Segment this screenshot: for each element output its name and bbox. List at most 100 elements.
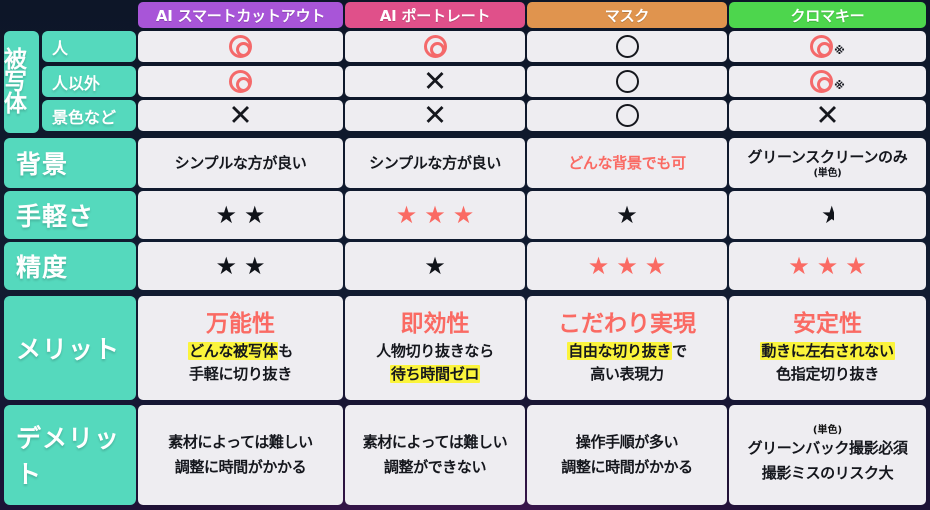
row-label-subject-sub-2: 景色など	[42, 100, 136, 131]
cell-subject_person-1	[345, 31, 525, 62]
double-circle-icon	[229, 35, 252, 58]
demerit-block-3: (単色) グリーンバック撮影必須 撮影ミスのリスク大	[744, 426, 912, 484]
row-label-subject-sub-1: 人以外	[42, 66, 136, 97]
merit-title-1: 即効性	[400, 310, 470, 337]
demerit-sup-note-3: (単色)	[812, 425, 843, 437]
star-icon: ★	[452, 201, 475, 229]
cross-icon: ✕	[815, 100, 840, 131]
stars-ease-0: ★ ★	[215, 203, 265, 227]
demerit-line2-0: 調整に時間がかかる	[174, 457, 307, 476]
stars-accuracy-0: ★ ★	[215, 254, 265, 278]
merit-line1-text: 動きに左右されない	[760, 342, 895, 361]
merit-line1-3: 動きに左右されない	[760, 342, 895, 362]
background-text-3: グリーンスクリーンのみ (単色)	[744, 147, 912, 178]
double-circle-icon	[810, 70, 834, 93]
star-icon: ★	[587, 252, 610, 280]
column-header-2[interactable]: マスク	[527, 2, 727, 28]
column-header-1[interactable]: AI ポートレート	[345, 2, 525, 28]
symbol-subject_scenery-0: ✕	[228, 101, 252, 130]
demerit-line2-1: 調整ができない	[383, 457, 487, 476]
cross-icon: ✕	[228, 100, 253, 131]
merit-line2-text: 高い表現力	[590, 364, 664, 383]
merit-line2-1: 待ち時間ゼロ	[389, 364, 481, 385]
cell-subject_scenery-1: ✕	[345, 100, 525, 131]
symbol-subject_scenery-3: ✕	[815, 101, 839, 130]
stars-ease-1: ★ ★ ★	[396, 203, 475, 227]
cell-merit-1: 即効性人物切り抜きなら 待ち時間ゼロ	[345, 296, 525, 400]
star-icon: ★	[395, 201, 418, 229]
cell-subject_person-0	[138, 31, 343, 62]
circle-icon	[615, 70, 639, 93]
demerit-block-0: 素材によっては難しい 調整に時間がかかる	[164, 432, 317, 478]
cell-subject_nonperson-1: ✕	[345, 66, 525, 97]
circle-icon	[615, 104, 639, 127]
column-header-3[interactable]: クロマキー	[729, 2, 926, 28]
demerit-line1-2: 操作手順が多い	[575, 433, 679, 452]
merit-line1-text: 自由な切り抜き	[567, 342, 673, 361]
stars-ease-2: ★	[616, 203, 638, 227]
symbol-subject_nonperson-3: ※	[810, 70, 845, 93]
stars-accuracy-3: ★ ★ ★	[788, 254, 867, 278]
star-icon: ★	[788, 252, 810, 280]
cell-accuracy-2: ★ ★ ★	[527, 242, 727, 290]
symbol-subject_person-0	[229, 35, 252, 58]
merit-block-0: 万能性 どんな被写体も 手軽に切り抜き	[184, 310, 297, 385]
star-icon: ★	[215, 201, 237, 229]
demerit-line1-3: グリーンバック撮影必須	[747, 439, 908, 458]
symbol-subject_nonperson-0	[229, 70, 252, 93]
row-label-subject-sub-0: 人	[42, 31, 136, 62]
cell-merit-2: こだわり実現自由な切り抜きで 高い表現力	[527, 296, 727, 400]
star-icon: ★	[644, 252, 667, 280]
star-icon: ★	[616, 252, 638, 280]
cell-subject_scenery-3: ✕	[729, 100, 926, 131]
background-main-text: シンプルな方が良い	[369, 153, 501, 172]
background-sub-note-3: (単色)	[813, 167, 842, 179]
note-marker: ※	[834, 44, 845, 57]
circle-icon	[615, 35, 639, 58]
background-main-text: シンプルな方が良い	[174, 153, 307, 172]
comparison-table: AI スマートカットアウト AI ポートレート マスク クロマキー被写体人人以外 景色な…	[0, 0, 930, 510]
cell-ease-0: ★ ★	[138, 191, 343, 239]
merit-line1-tail: で	[672, 342, 687, 361]
symbol-subject_scenery-2	[615, 104, 639, 127]
demerit-block-2: 操作手順が多い 調整に時間がかかる	[557, 432, 696, 478]
cell-merit-0: 万能性 どんな被写体も 手軽に切り抜き	[138, 296, 343, 400]
merit-line2-text: 待ち時間ゼロ	[389, 364, 481, 383]
cell-subject_person-2	[527, 31, 727, 62]
cell-demerit-3: (単色) グリーンバック撮影必須 撮影ミスのリスク大	[729, 405, 926, 505]
cross-icon: ✕	[422, 66, 448, 97]
cell-accuracy-0: ★ ★	[138, 242, 343, 290]
cell-background-2: どんな背景でも可	[527, 138, 727, 188]
merit-block-2: こだわり実現自由な切り抜きで 高い表現力	[554, 310, 700, 384]
star-icon: ★	[816, 252, 839, 280]
star-icon: ★	[424, 201, 446, 229]
symbol-subject_person-3: ※	[810, 35, 845, 58]
demerit-line2-2: 調整に時間がかかる	[561, 457, 693, 476]
double-circle-icon	[810, 35, 834, 58]
row-label-accuracy: 精度	[4, 242, 136, 290]
merit-title-0: 万能性	[206, 310, 275, 337]
demerit-line2-3: 撮影ミスのリスク大	[761, 463, 894, 482]
merit-line2-text: 手軽に切り抜き	[189, 364, 292, 383]
row-label-ease: 手軽さ	[4, 191, 136, 239]
merit-title-2: こだわり実現	[558, 310, 696, 337]
merit-line2-text: 色指定切り抜き	[776, 364, 879, 383]
background-text-1: シンプルな方が良い	[365, 153, 505, 173]
cell-subject_scenery-2	[527, 100, 727, 131]
merit-line2-3: 色指定切り抜き	[776, 365, 879, 385]
background-main-text: グリーンスクリーンのみ	[747, 148, 908, 167]
star-icon: ★	[616, 201, 638, 229]
column-header-0[interactable]: AI スマートカットアウト	[138, 2, 343, 28]
merit-line1-1: 人物切り抜きなら	[376, 342, 494, 362]
star-icon: ★	[244, 201, 266, 229]
merit-line2-0: 手軽に切り抜き	[189, 365, 292, 385]
merit-block-1: 即効性人物切り抜きなら 待ち時間ゼロ	[372, 310, 498, 385]
row-label-background: 背景	[4, 138, 136, 188]
cell-subject_scenery-0: ✕	[138, 100, 343, 131]
background-main-text: どんな背景でも可	[568, 153, 686, 172]
demerit-line1-1: 素材によっては難しい	[362, 433, 508, 452]
cell-accuracy-3: ★ ★ ★	[729, 242, 926, 290]
star-icon: ★	[215, 252, 237, 280]
cell-ease-2: ★	[527, 191, 727, 239]
row-label-subject: 被写体	[4, 31, 39, 133]
